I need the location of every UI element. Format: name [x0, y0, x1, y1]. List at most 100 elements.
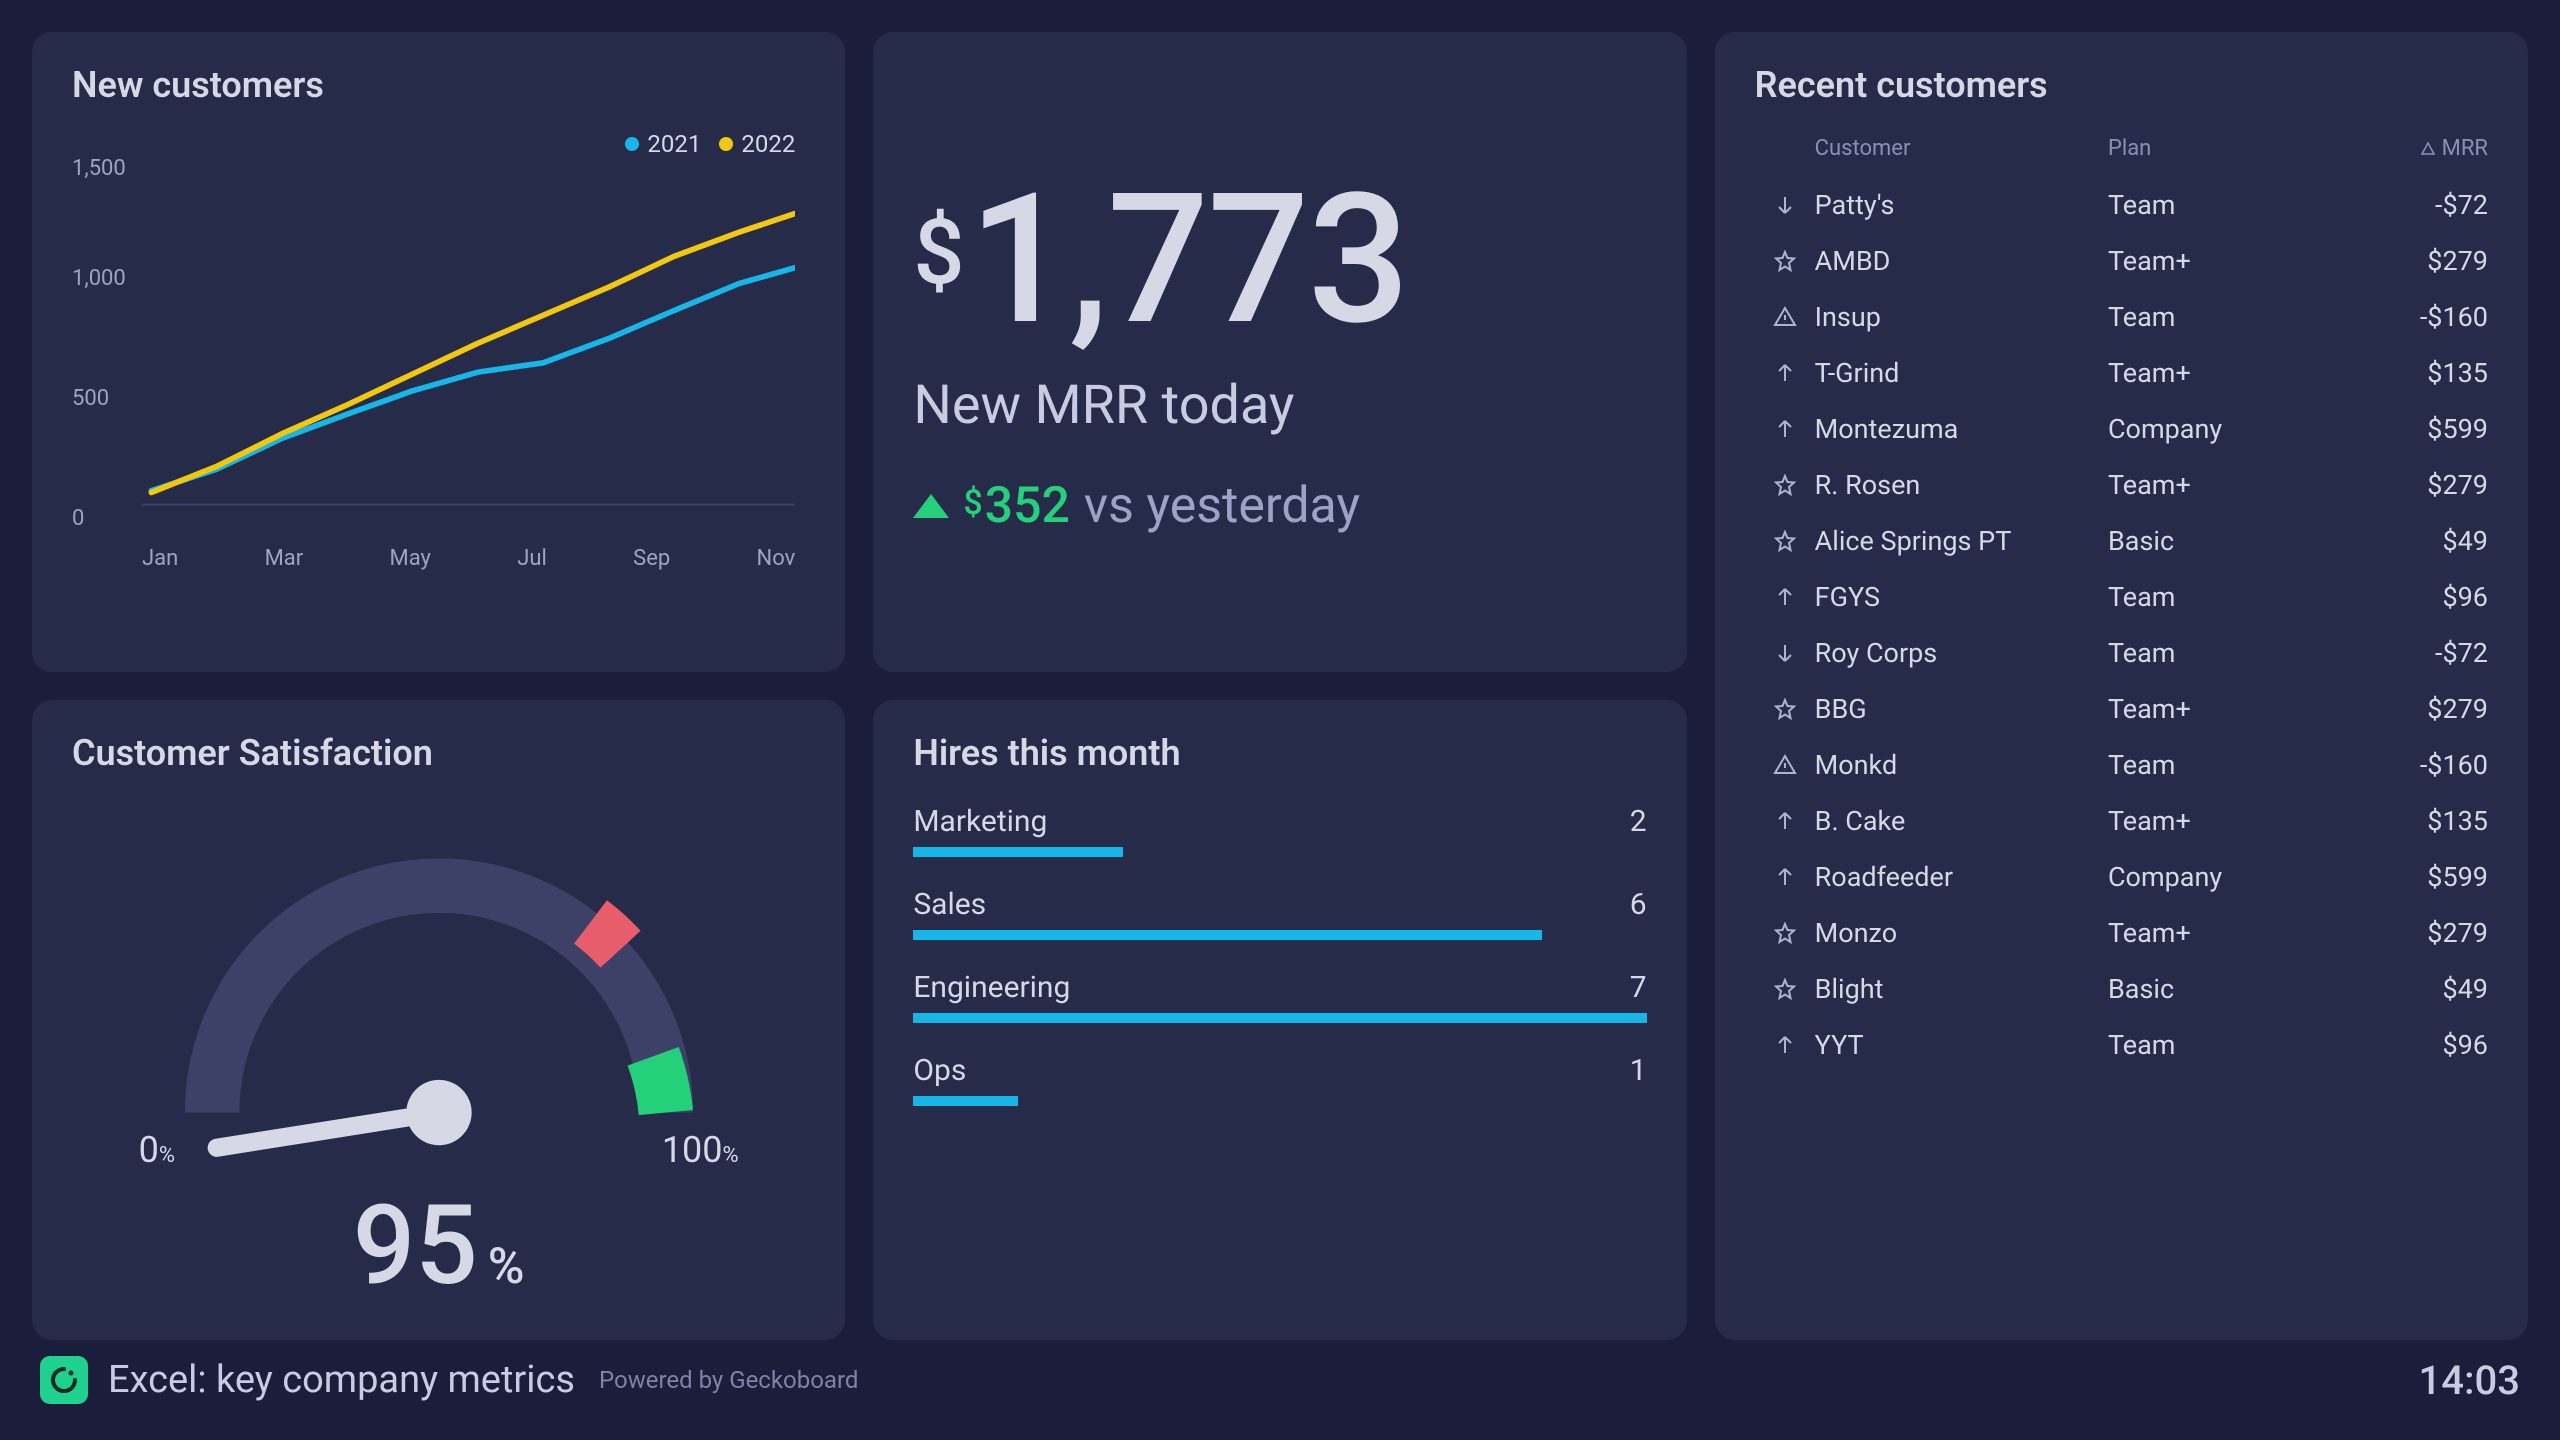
up-triangle-icon	[913, 494, 949, 518]
down-icon	[1755, 637, 1815, 669]
customer-plan: Company	[2108, 861, 2328, 893]
table-row: Monkd Team -$160	[1755, 737, 2488, 793]
customer-plan: Team	[2108, 1029, 2328, 1061]
hire-row: Sales 6	[913, 887, 1646, 940]
csat-card: Customer Satisfaction 0% 100% 95%	[32, 700, 845, 1340]
y-tick: 500	[72, 386, 109, 411]
customer-mrr: $279	[2328, 693, 2488, 725]
customer-mrr: $49	[2328, 525, 2488, 557]
up-icon	[1755, 581, 1815, 613]
customer-mrr: -$160	[2328, 749, 2488, 781]
customer-mrr: $279	[2328, 469, 2488, 501]
customer-name: Monkd	[1815, 749, 2108, 781]
table-row: Monzo Team+ $279	[1755, 905, 2488, 961]
table-row: Insup Team -$160	[1755, 289, 2488, 345]
customer-name: FGYS	[1815, 581, 2108, 613]
customer-name: T-Grind	[1815, 357, 2108, 389]
table-row: BBG Team+ $279	[1755, 681, 2488, 737]
customer-mrr: $96	[2328, 1029, 2488, 1061]
customer-mrr: $599	[2328, 861, 2488, 893]
hire-row: Ops1	[913, 1053, 1646, 1106]
csat-title: Customer Satisfaction	[72, 732, 805, 774]
table-row: AMBD Team+ $279	[1755, 233, 2488, 289]
customer-name: Alice Springs PT	[1815, 525, 2108, 557]
customer-plan: Basic	[2108, 973, 2328, 1005]
x-tick: Nov	[757, 546, 796, 571]
table-row: R. Rosen Team+ $279	[1755, 457, 2488, 513]
customer-plan: Team+	[2108, 693, 2328, 725]
customer-mrr: $599	[2328, 413, 2488, 445]
hires-title: Hires this month	[913, 732, 1646, 774]
customer-name: Montezuma	[1815, 413, 2108, 445]
header-mrr: MRR	[2328, 136, 2488, 161]
hire-label: Ops	[913, 1053, 966, 1088]
geckoboard-logo-icon	[40, 1356, 88, 1404]
up-icon	[1755, 1029, 1815, 1061]
header-customer: Customer	[1815, 136, 2108, 161]
recent-title: Recent customers	[1755, 64, 2488, 106]
customer-mrr: -$72	[2328, 189, 2488, 221]
star-icon	[1755, 973, 1815, 1005]
customer-plan: Team+	[2108, 917, 2328, 949]
customer-plan: Team	[2108, 749, 2328, 781]
table-header: Customer Plan MRR	[1755, 126, 2488, 177]
mrr-delta: $352 vs yesterday	[913, 477, 1646, 535]
gauge-min: 0%	[139, 1129, 175, 1171]
customer-name: R. Rosen	[1815, 469, 2108, 501]
hire-row: Marketing 2	[913, 804, 1646, 857]
gauge-max: 100%	[662, 1129, 739, 1171]
customer-name: YYT	[1815, 1029, 2108, 1061]
mrr-delta-amount: 352	[985, 477, 1070, 535]
customer-plan: Team	[2108, 301, 2328, 333]
hire-value: 6	[1630, 887, 1647, 922]
new-customers-card: New customers 2021 2022 1,500 1,000 500 …	[32, 32, 845, 672]
line-chart-svg	[142, 146, 795, 546]
warn-icon	[1755, 749, 1815, 781]
customer-name: Roy Corps	[1815, 637, 2108, 669]
star-icon	[1755, 693, 1815, 725]
gauge-value: 95%	[353, 1181, 525, 1310]
hire-label: Marketing	[913, 804, 1047, 839]
mrr-delta-suffix: vs yesterday	[1084, 477, 1360, 535]
table-row: Patty's Team -$72	[1755, 177, 2488, 233]
x-tick: May	[390, 546, 431, 571]
currency-symbol: $	[963, 483, 982, 523]
hire-label: Sales	[913, 887, 986, 922]
warn-icon	[1755, 301, 1815, 333]
customer-name: Patty's	[1815, 189, 2108, 221]
table-row: YYT Team $96	[1755, 1017, 2488, 1073]
star-icon	[1755, 917, 1815, 949]
customer-plan: Team	[2108, 637, 2328, 669]
table-row: FGYS Team $96	[1755, 569, 2488, 625]
table-row: Roy Corps Team -$72	[1755, 625, 2488, 681]
new-mrr-card: $1,773 New MRR today $352 vs yesterday	[873, 32, 1686, 672]
x-tick: Mar	[265, 546, 304, 571]
dashboard-title: Excel: key company metrics	[108, 1358, 575, 1402]
mrr-label: New MRR today	[913, 374, 1646, 437]
customer-name: Insup	[1815, 301, 2108, 333]
up-icon	[1755, 357, 1815, 389]
table-row: B. Cake Team+ $135	[1755, 793, 2488, 849]
customer-plan: Team+	[2108, 245, 2328, 277]
customer-plan: Team+	[2108, 357, 2328, 389]
down-icon	[1755, 189, 1815, 221]
triangle-icon	[2420, 141, 2436, 157]
customer-plan: Company	[2108, 413, 2328, 445]
hire-value: 2	[1630, 804, 1647, 839]
customer-mrr: $135	[2328, 357, 2488, 389]
customer-mrr: -$72	[2328, 637, 2488, 669]
customer-mrr: $135	[2328, 805, 2488, 837]
customer-name: Blight	[1815, 973, 2108, 1005]
currency-symbol: $	[913, 200, 962, 305]
y-tick: 1,000	[72, 266, 126, 291]
customer-plan: Team+	[2108, 805, 2328, 837]
customer-mrr: -$160	[2328, 301, 2488, 333]
mrr-value: $1,773	[913, 170, 1646, 350]
x-tick: Sep	[633, 546, 670, 571]
hire-label: Engineering	[913, 970, 1070, 1005]
customer-plan: Team	[2108, 581, 2328, 613]
x-tick: Jan	[142, 546, 178, 571]
customer-plan: Basic	[2108, 525, 2328, 557]
table-row: Alice Springs PT Basic $49	[1755, 513, 2488, 569]
y-tick: 1,500	[72, 156, 126, 181]
